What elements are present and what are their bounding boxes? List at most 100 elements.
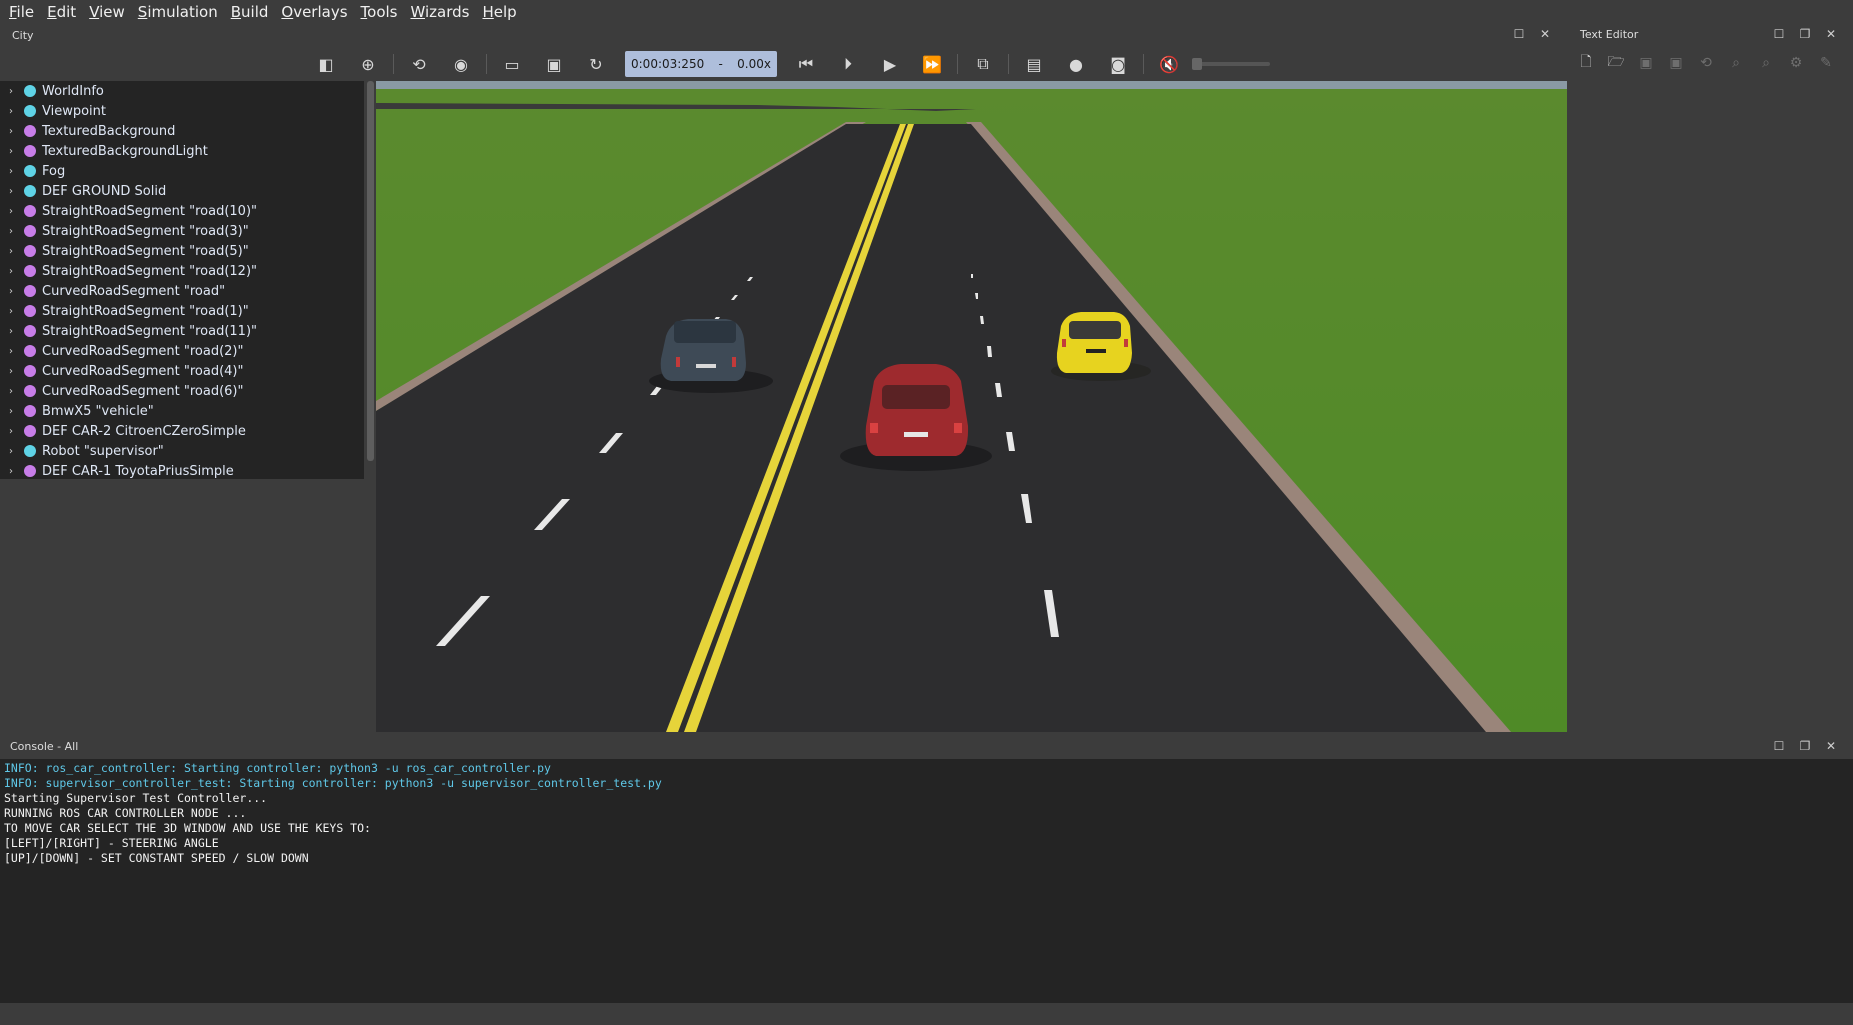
scene-tree-item[interactable]: › StraightRoadSegment "road(3)" — [0, 221, 364, 241]
scene-tree-item[interactable]: › StraightRoadSegment "road(12)" — [0, 261, 364, 281]
scene-tree-item[interactable]: › Fog — [0, 161, 364, 181]
node-type-icon — [24, 325, 36, 337]
volume-slider[interactable] — [1192, 58, 1270, 70]
console-line: [UP]/[DOWN] - SET CONSTANT SPEED / SLOW … — [4, 851, 309, 865]
close-icon[interactable]: ✕ — [1824, 739, 1838, 753]
scene-tree-item[interactable]: › CurvedRoadSegment "road" — [0, 281, 364, 301]
scene-tree-item-label: StraightRoadSegment "road(1)" — [42, 303, 249, 319]
reset-viewpoint-icon[interactable]: ⟲ — [405, 50, 433, 78]
scene-tree-item[interactable]: › StraightRoadSegment "road(10)" — [0, 201, 364, 221]
node-type-icon — [24, 285, 36, 297]
scene-tree-item[interactable]: › WorldInfo — [0, 81, 364, 101]
scene-tree-item[interactable]: › Viewpoint — [0, 101, 364, 121]
record-icon[interactable]: ● — [1062, 50, 1090, 78]
hide-scene-tree-icon[interactable]: ◧ — [312, 50, 340, 78]
scene-tree-item[interactable]: › TexturedBackground — [0, 121, 364, 141]
console-line: [LEFT]/[RIGHT] - STEERING ANGLE — [4, 836, 219, 850]
expand-arrow-icon[interactable]: › — [0, 366, 22, 377]
menu-file[interactable]: File — [8, 3, 35, 21]
node-type-icon — [24, 385, 36, 397]
expand-arrow-icon[interactable]: › — [0, 106, 22, 117]
save-icon[interactable]: ▣ — [1636, 53, 1656, 73]
scene-tree-item[interactable]: › StraightRoadSegment "road(1)" — [0, 301, 364, 321]
reset-simulation-icon[interactable]: ⏮ — [792, 50, 820, 78]
float-icon[interactable]: ❐ — [1798, 739, 1812, 753]
scene-tree-item-label: CurvedRoadSegment "road" — [42, 283, 226, 299]
scene-tree-item[interactable]: › CurvedRoadSegment "road(6)" — [0, 381, 364, 401]
replace-icon[interactable]: ⌕ — [1756, 53, 1776, 73]
find-icon[interactable]: ⌕ — [1726, 53, 1746, 73]
menu-edit[interactable]: Edit — [46, 3, 77, 21]
menu-help[interactable]: Help — [482, 3, 518, 21]
menu-overlays[interactable]: Overlays — [280, 3, 348, 21]
scene-tree-item-label: DEF CAR-1 ToyotaPriusSimple — [42, 463, 234, 479]
volume-knob[interactable] — [1192, 58, 1202, 70]
scene-tree-item[interactable]: › Robot "supervisor" — [0, 441, 364, 461]
3d-scene[interactable] — [376, 81, 1567, 732]
mute-icon[interactable]: 🔇 — [1155, 50, 1183, 78]
menu-simulation[interactable]: Simulation — [137, 3, 219, 21]
revert-icon[interactable]: ⟲ — [1696, 53, 1716, 73]
scene-tree-scrollbar[interactable] — [367, 81, 374, 461]
settings-icon[interactable]: ⚙ — [1786, 53, 1806, 73]
save-all-icon[interactable]: ▣ — [1666, 53, 1686, 73]
scene-tree-item[interactable]: › CurvedRoadSegment "road(2)" — [0, 341, 364, 361]
expand-arrow-icon[interactable]: › — [0, 86, 22, 97]
expand-arrow-icon[interactable]: › — [0, 206, 22, 217]
expand-arrow-icon[interactable]: › — [0, 326, 22, 337]
play-icon[interactable]: ▶ — [876, 50, 904, 78]
scene-tree-item[interactable]: › StraightRoadSegment "road(11)" — [0, 321, 364, 341]
rendering-icon[interactable]: ⧉ — [969, 50, 997, 78]
3d-viewport[interactable] — [376, 81, 1567, 732]
scene-tree-item[interactable]: › DEF GROUND Solid — [0, 181, 364, 201]
fast-forward-icon[interactable]: ⏩ — [918, 50, 946, 78]
expand-arrow-icon[interactable]: › — [0, 406, 22, 417]
expand-arrow-icon[interactable]: › — [0, 446, 22, 457]
menu-view[interactable]: View — [88, 3, 126, 21]
menu-build[interactable]: Build — [230, 3, 270, 21]
expand-arrow-icon[interactable]: › — [0, 466, 22, 477]
close-icon[interactable]: ✕ — [1538, 27, 1552, 41]
movie-icon[interactable]: ▤ — [1020, 50, 1048, 78]
expand-arrow-icon[interactable]: › — [0, 126, 22, 137]
view-icon[interactable]: ◉ — [447, 50, 475, 78]
scene-tree-item[interactable]: › DEF CAR-1 ToyotaPriusSimple — [0, 461, 364, 479]
scene-tree-item-label: Fog — [42, 163, 66, 179]
console-line: INFO: supervisor_controller_test: Starti… — [4, 776, 662, 790]
build-icon[interactable]: ✎ — [1816, 53, 1836, 73]
expand-arrow-icon[interactable]: › — [0, 286, 22, 297]
scene-tree-item[interactable]: › TexturedBackgroundLight — [0, 141, 364, 161]
expand-arrow-icon[interactable]: › — [0, 346, 22, 357]
maximize-icon[interactable]: ☐ — [1772, 739, 1786, 753]
float-icon[interactable]: ❐ — [1798, 27, 1812, 41]
maximize-icon[interactable]: ☐ — [1512, 27, 1526, 41]
scene-tree-item[interactable]: › DEF CAR-2 CitroenCZeroSimple — [0, 421, 364, 441]
expand-arrow-icon[interactable]: › — [0, 266, 22, 277]
open-world-icon[interactable]: ▭ — [498, 50, 526, 78]
expand-arrow-icon[interactable]: › — [0, 306, 22, 317]
new-file-icon[interactable]: 🗋 — [1576, 53, 1596, 73]
scene-tree-item[interactable]: › CurvedRoadSegment "road(4)" — [0, 361, 364, 381]
expand-arrow-icon[interactable]: › — [0, 166, 22, 177]
maximize-icon[interactable]: ☐ — [1772, 27, 1786, 41]
menu-tools[interactable]: Tools — [360, 3, 399, 21]
expand-arrow-icon[interactable]: › — [0, 146, 22, 157]
save-world-icon[interactable]: ▣ — [540, 50, 568, 78]
step-icon[interactable]: ⏵ — [834, 50, 862, 78]
expand-arrow-icon[interactable]: › — [0, 426, 22, 437]
node-type-icon — [24, 105, 36, 117]
scene-tree-item-label: StraightRoadSegment "road(3)" — [42, 223, 249, 239]
expand-arrow-icon[interactable]: › — [0, 386, 22, 397]
add-node-icon[interactable]: ⊕ — [354, 50, 382, 78]
screenshot-icon[interactable]: ◙ — [1104, 50, 1132, 78]
close-icon[interactable]: ✕ — [1824, 27, 1838, 41]
expand-arrow-icon[interactable]: › — [0, 186, 22, 197]
menu-wizards[interactable]: Wizards — [410, 3, 471, 21]
scene-tree-item[interactable]: › BmwX5 "vehicle" — [0, 401, 364, 421]
reload-world-icon[interactable]: ↻ — [582, 50, 610, 78]
scene-tree-item[interactable]: › StraightRoadSegment "road(5)" — [0, 241, 364, 261]
expand-arrow-icon[interactable]: › — [0, 226, 22, 237]
node-type-icon — [24, 185, 36, 197]
expand-arrow-icon[interactable]: › — [0, 246, 22, 257]
open-file-icon[interactable]: 🗁 — [1606, 53, 1626, 73]
